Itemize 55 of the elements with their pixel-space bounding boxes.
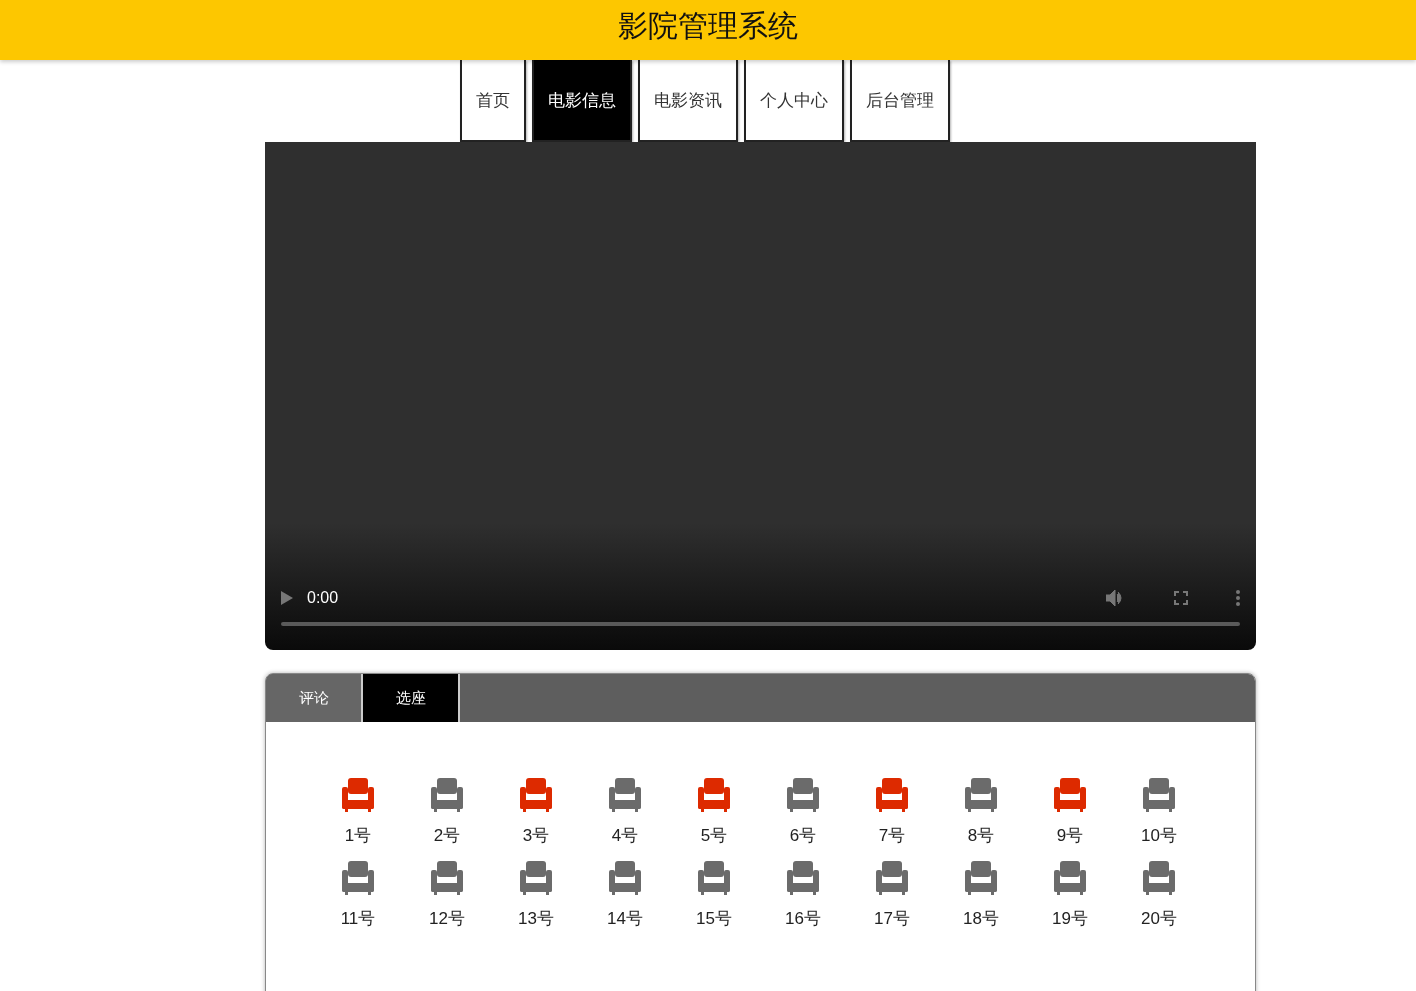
seat-label: 2号: [433, 825, 461, 847]
armchair-icon[interactable]: [1143, 861, 1175, 895]
site-title: 影院管理系统: [618, 7, 798, 45]
seat-label: 12号: [429, 908, 465, 930]
seat-label: 13号: [518, 908, 554, 930]
nav-tab[interactable]: 后台管理: [850, 60, 950, 142]
panel-tab[interactable]: 选座: [363, 674, 460, 722]
armchair-icon[interactable]: [342, 778, 374, 812]
seat-label: 4号: [611, 825, 639, 847]
armchair-icon[interactable]: [520, 778, 552, 812]
seat-label: 14号: [607, 908, 643, 930]
seat-label: 5号: [700, 825, 728, 847]
armchair-icon[interactable]: [431, 778, 463, 812]
seat-label: 9号: [1056, 825, 1084, 847]
seat-label: 8号: [967, 825, 995, 847]
seat-label: 1号: [344, 825, 372, 847]
seat-label: 19号: [1052, 908, 1088, 930]
armchair-icon[interactable]: [1054, 861, 1086, 895]
armchair-icon[interactable]: [698, 778, 730, 812]
seat-label: 20号: [1141, 908, 1177, 930]
seat-label: 6号: [789, 825, 817, 847]
nav-tab[interactable]: 电影资讯: [638, 60, 738, 142]
armchair-icon[interactable]: [609, 861, 641, 895]
seat-label: 7号: [878, 825, 906, 847]
seat-label: 3号: [522, 825, 550, 847]
armchair-icon[interactable]: [965, 778, 997, 812]
armchair-icon[interactable]: [1143, 778, 1175, 812]
progress-track[interactable]: [281, 622, 1240, 626]
armchair-icon[interactable]: [431, 861, 463, 895]
armchair-icon[interactable]: [876, 778, 908, 812]
play-icon[interactable]: [281, 591, 293, 605]
video-time: 0:00: [307, 589, 340, 607]
armchair-icon[interactable]: [342, 861, 374, 895]
armchair-icon[interactable]: [609, 778, 641, 812]
seat-label: 10号: [1141, 825, 1177, 847]
video-player[interactable]: 0:00: [265, 142, 1256, 650]
armchair-icon[interactable]: [787, 861, 819, 895]
armchair-icon[interactable]: [787, 778, 819, 812]
seat-label: 15号: [696, 908, 732, 930]
armchair-icon[interactable]: [1054, 778, 1086, 812]
nav-tab[interactable]: 个人中心: [744, 60, 844, 142]
armchair-icon[interactable]: [698, 861, 730, 895]
armchair-icon[interactable]: [965, 861, 997, 895]
seat-label: 16号: [785, 908, 821, 930]
nav-tab[interactable]: 电影信息: [532, 60, 632, 142]
seat-label: 11号: [340, 908, 376, 930]
seat-label: 18号: [963, 908, 999, 930]
armchair-icon[interactable]: [520, 861, 552, 895]
panel-tab[interactable]: 评论: [266, 674, 363, 722]
volume-icon[interactable]: [1106, 590, 1124, 606]
armchair-icon[interactable]: [876, 861, 908, 895]
more-icon[interactable]: [1236, 590, 1240, 606]
fullscreen-icon[interactable]: [1174, 591, 1188, 605]
nav-tab[interactable]: 首页: [460, 60, 526, 142]
seat-label: 17号: [874, 908, 910, 930]
